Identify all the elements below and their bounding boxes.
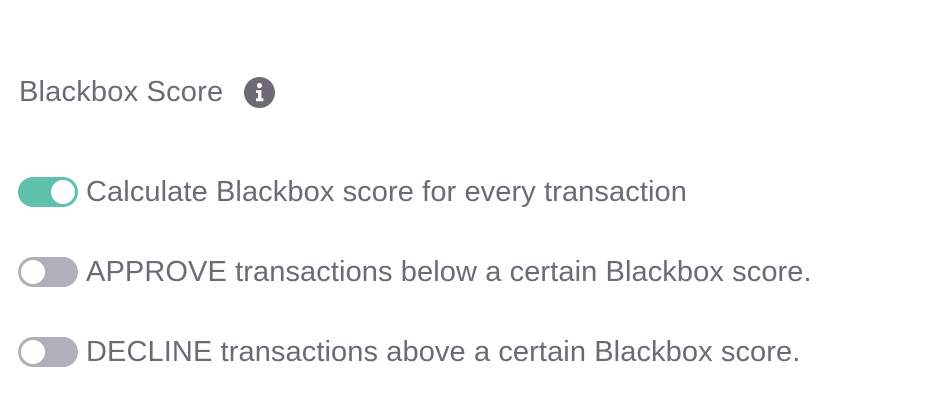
approve-below-label: APPROVE transactions below a certain Bla… bbox=[86, 256, 812, 288]
decline-above-label: DECLINE transactions above a certain Bla… bbox=[86, 336, 801, 368]
calculate-score-label: Calculate Blackbox score for every trans… bbox=[86, 176, 687, 208]
info-icon[interactable] bbox=[244, 76, 276, 108]
toggle-knob bbox=[21, 340, 45, 364]
toggle-knob bbox=[51, 180, 75, 204]
section-header: Blackbox Score bbox=[19, 72, 276, 112]
blackbox-score-settings: Blackbox Score Calculate Blackbox score … bbox=[0, 0, 934, 418]
decline-above-toggle[interactable] bbox=[18, 337, 78, 367]
section-title: Blackbox Score bbox=[19, 76, 224, 108]
toggle-row-approve-below: APPROVE transactions below a certain Bla… bbox=[18, 252, 812, 292]
toggle-knob bbox=[21, 260, 45, 284]
toggle-row-calculate-score: Calculate Blackbox score for every trans… bbox=[18, 172, 687, 212]
calculate-score-toggle[interactable] bbox=[18, 177, 78, 207]
approve-below-toggle[interactable] bbox=[18, 257, 78, 287]
toggle-row-decline-above: DECLINE transactions above a certain Bla… bbox=[18, 332, 800, 372]
